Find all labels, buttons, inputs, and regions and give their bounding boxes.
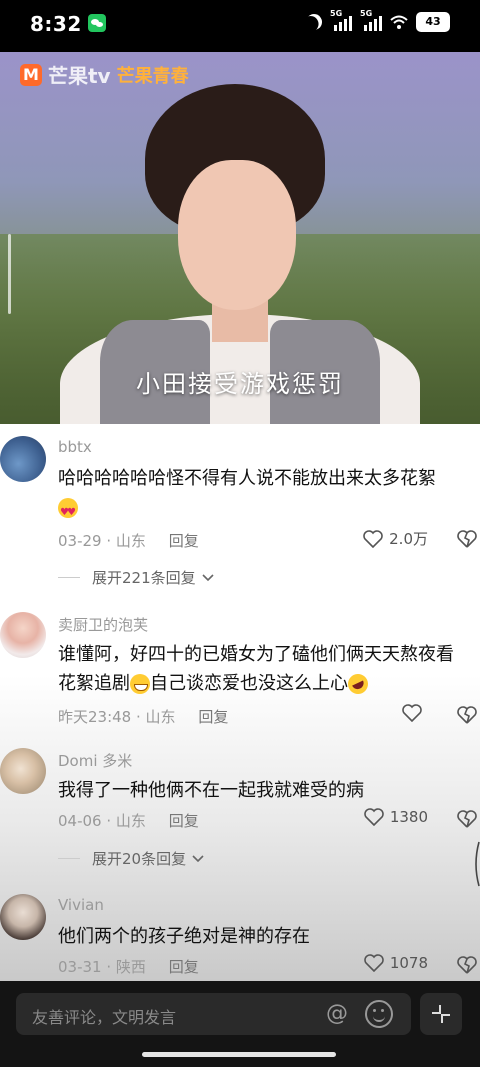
comment-item: Vivian 他们两个的孩子绝对是神的存在 03-31 · 陕西 回复 1078 (0, 882, 480, 981)
chevron-down-icon (192, 854, 204, 862)
avatar[interactable] (0, 612, 46, 658)
collapse-arrows-icon (432, 1005, 450, 1023)
heart-icon (364, 808, 384, 826)
comment-item: Domi 多米 我得了一种他俩不在一起我就难受的病 04-06 · 山东 回复 … (0, 736, 480, 882)
comment-meta: 03-31 · 陕西 回复 (58, 956, 199, 977)
comment-text-body: 哈哈哈哈哈哈怪不得有人说不能放出来太多花絮 (58, 468, 436, 489)
comment-item: bbtx 哈哈哈哈哈哈怪不得有人说不能放出来太多花絮 03-29 · 山东 回复… (0, 424, 480, 600)
watermark-text: 芒果tv (48, 64, 111, 88)
divider (58, 858, 80, 859)
video-figure-face (178, 160, 296, 310)
grinning-emoji-icon (130, 674, 150, 694)
wifi-icon (390, 15, 408, 29)
comment-text: 谁懂阿，好四十的已婚女为了磕他们俩天天熬夜看花絮追剧 自己谈恋爱也没这么上心 (58, 640, 460, 698)
like-count: 1380 (389, 808, 428, 826)
reply-button[interactable]: 回复 (169, 812, 199, 830)
like-button[interactable]: 1078 (364, 954, 428, 972)
dislike-icon[interactable] (456, 808, 478, 828)
reply-button[interactable]: 回复 (169, 958, 199, 976)
heart-icon (364, 954, 384, 972)
heart-icon (363, 529, 383, 548)
comment-meta: 03-29 · 山东 回复 (58, 530, 199, 551)
mango-tv-logo-icon: M (20, 63, 42, 86)
video-caption: 小田接受游戏惩罚 (136, 370, 344, 398)
do-not-disturb-icon (303, 11, 325, 33)
watermark-subtext: 芒果青春 (116, 65, 189, 87)
comment-meta: 昨天23:48 · 山东 回复 (58, 706, 228, 727)
comment-username[interactable]: 卖厨卫的泡芙 (58, 614, 148, 635)
star-struck-emoji-icon (58, 498, 78, 527)
comment-text: 他们两个的孩子绝对是神的存在 (58, 926, 310, 947)
expand-replies-button[interactable]: 展开20条回复 (58, 848, 204, 869)
status-icons: 5G 5G 43 (303, 9, 450, 33)
reply-button[interactable]: 回复 (198, 708, 228, 726)
comment-input-placeholder: 友善评论，文明发言 (32, 1008, 177, 1027)
emoji-icon[interactable] (365, 1000, 393, 1028)
comment-date-location: 03-31 · 陕西 (58, 958, 146, 976)
status-time: 8:32 (30, 12, 82, 36)
expand-replies-label: 展开20条回复 (92, 850, 187, 868)
expand-replies-button[interactable]: 展开221条回复 (58, 567, 214, 588)
drag-handle[interactable] (8, 234, 11, 314)
like-button[interactable] (402, 704, 428, 722)
comment-username[interactable]: Vivian (58, 896, 104, 914)
like-button[interactable]: 2.0万 (363, 528, 428, 549)
comment-date-location: 04-06 · 山东 (58, 812, 146, 830)
home-indicator[interactable] (142, 1052, 336, 1057)
comment-username[interactable]: Domi 多米 (58, 750, 132, 771)
expand-replies-label: 展开221条回复 (92, 569, 196, 587)
comment-date-location: 03-29 · 山东 (58, 532, 146, 550)
battery-icon: 43 (416, 12, 450, 32)
reply-button[interactable]: 回复 (169, 532, 199, 550)
status-bar: 8:32 5G 5G 43 (0, 0, 480, 50)
comment-username[interactable]: bbtx (58, 438, 92, 456)
comment-date-location: 昨天23:48 · 山东 (58, 708, 176, 726)
comment-text: 我得了一种他俩不在一起我就难受的病 (58, 780, 364, 801)
comment-text: 哈哈哈哈哈哈怪不得有人说不能放出来太多花絮 (58, 464, 460, 527)
heart-icon (402, 704, 422, 722)
avatar[interactable] (0, 894, 46, 940)
comment-text-body: 自己谈恋爱也没这么上心 (150, 673, 348, 694)
dislike-icon[interactable] (456, 528, 478, 548)
expand-input-button[interactable] (420, 993, 462, 1035)
signal-icon-1: 5G (330, 9, 352, 31)
dislike-icon[interactable] (456, 954, 478, 974)
dislike-icon[interactable] (456, 704, 478, 724)
comment-item: 卖厨卫的泡芙 谁懂阿，好四十的已婚女为了磕他们俩天天熬夜看花絮追剧 自己谈恋爱也没… (0, 600, 480, 736)
channel-watermark: M 芒果tv 芒果青春 (20, 60, 189, 89)
signal-icon-2: 5G (360, 9, 382, 31)
mention-icon[interactable]: @ (323, 1000, 351, 1028)
rolling-laughing-emoji-icon (344, 670, 372, 698)
comment-input[interactable]: 友善评论，文明发言 @ (16, 993, 411, 1035)
chevron-down-icon (202, 573, 214, 581)
like-button[interactable]: 1380 (364, 808, 428, 826)
video-player[interactable]: M 芒果tv 芒果青春 小田接受游戏惩罚 (0, 52, 480, 424)
wechat-notification-icon (88, 14, 106, 32)
divider (58, 577, 80, 578)
avatar[interactable] (0, 748, 46, 794)
comment-meta: 04-06 · 山东 回复 (58, 810, 199, 831)
avatar[interactable] (0, 436, 46, 482)
comment-list[interactable]: bbtx 哈哈哈哈哈哈怪不得有人说不能放出来太多花絮 03-29 · 山东 回复… (0, 424, 480, 981)
like-count: 1078 (389, 954, 428, 972)
scroll-handle[interactable] (472, 840, 480, 888)
like-count: 2.0万 (389, 530, 428, 548)
